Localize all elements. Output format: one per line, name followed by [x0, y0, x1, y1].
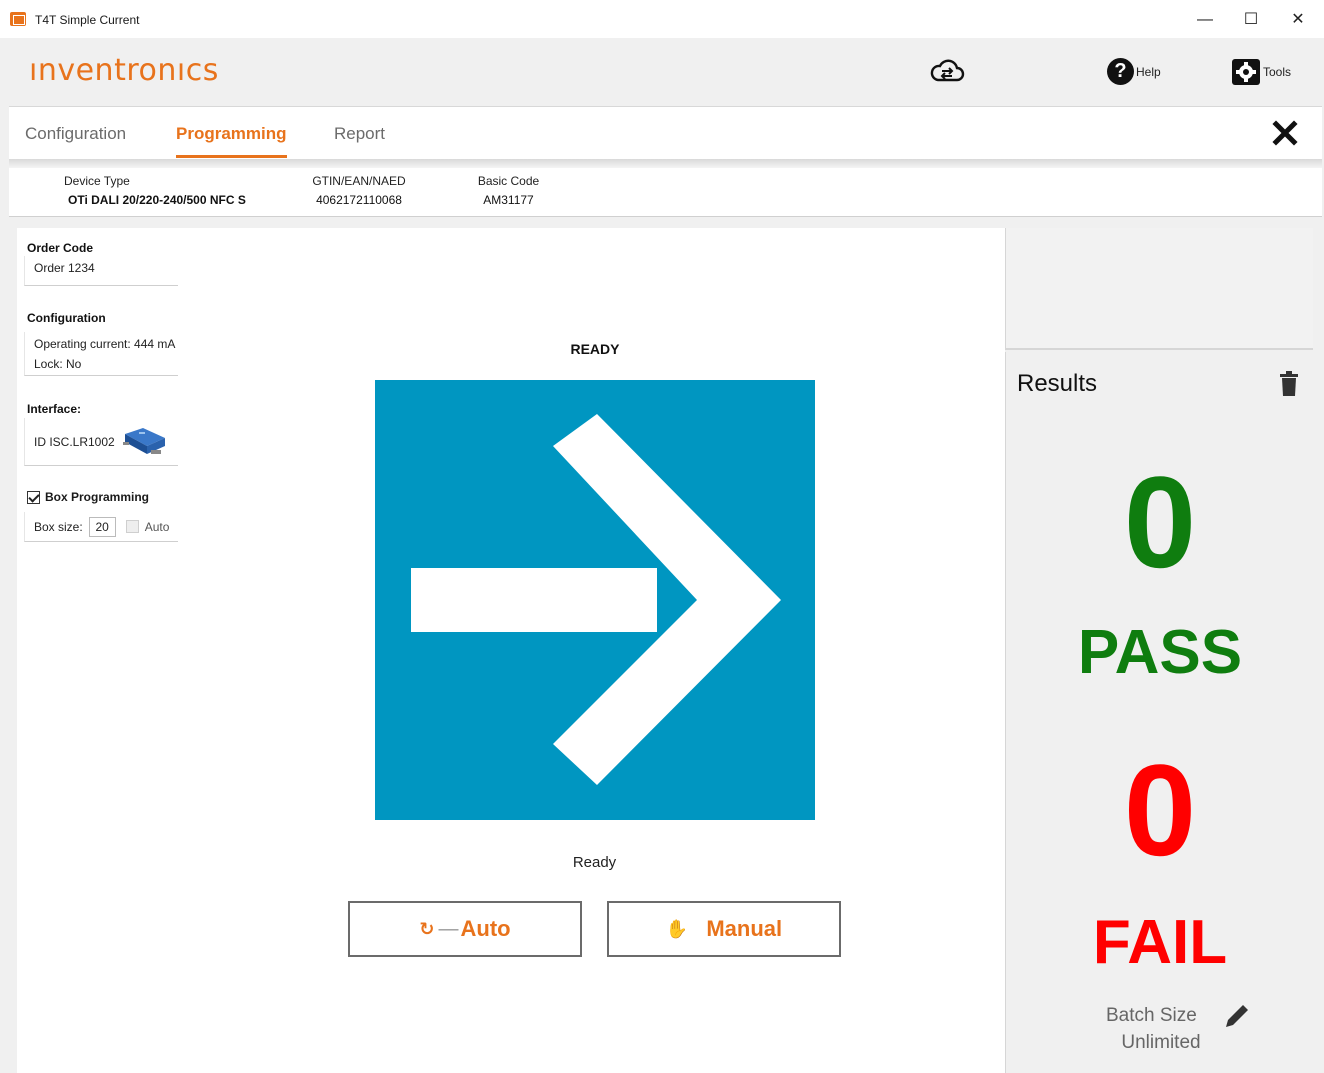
device-type-value: OTi DALI 20/220-240/500 NFC S [68, 193, 246, 207]
tab-report[interactable]: Report [334, 124, 385, 144]
manual-button[interactable]: ✋ Manual [607, 901, 841, 957]
auto-button[interactable]: ↻ — Auto [348, 901, 582, 957]
tab-configuration[interactable]: Configuration [25, 124, 126, 144]
device-info-bar: Device Type OTi DALI 20/220-240/500 NFC … [9, 168, 1322, 217]
auto-dash: — [438, 917, 459, 940]
minimize-button[interactable]: — [1190, 8, 1220, 32]
box-size-label: Box size: [34, 519, 83, 534]
manual-button-label: Manual [706, 916, 783, 941]
results-header-spacer [1005, 228, 1313, 350]
help-label: Help [1136, 64, 1161, 79]
basic-code-label: Basic Code [477, 174, 540, 188]
app-icon [10, 12, 26, 26]
order-code-field[interactable]: Order 1234 [24, 256, 178, 286]
status-text: Ready [572, 854, 617, 871]
device-type-label: Device Type [64, 174, 130, 188]
interface-box: ID ISC.LR1002 [24, 418, 178, 466]
interface-title: Interface: [27, 402, 82, 416]
lock-status: Lock: No [34, 357, 82, 371]
tab-divider [9, 159, 1322, 168]
window-title: T4T Simple Current [35, 13, 140, 27]
box-size-row: Box size: 20 Auto [24, 512, 178, 542]
reader-device-icon [122, 427, 165, 454]
order-code-title: Order Code [27, 241, 94, 255]
cloud-sync-icon[interactable] [929, 56, 965, 86]
ready-status-indicator [375, 380, 815, 820]
interface-name: ID ISC.LR1002 [34, 434, 115, 449]
app-header: ınventronıcs ? Help Tools [9, 38, 1322, 107]
fail-label: FAIL [1092, 908, 1228, 977]
close-icon[interactable] [1271, 119, 1299, 147]
configuration-title: Configuration [27, 311, 106, 325]
pass-label: PASS [1077, 618, 1243, 687]
box-programming-toggle[interactable]: Box Programming [27, 490, 149, 504]
box-programming-label: Box Programming [45, 490, 150, 504]
pass-count: 0 [1123, 449, 1197, 595]
pencil-icon[interactable] [1223, 1002, 1251, 1030]
auto-button-label: Auto [460, 916, 511, 941]
gear-icon [1232, 59, 1260, 85]
tools-button[interactable]: Tools [1231, 58, 1291, 86]
auto-checkbox-label: Auto [144, 519, 170, 534]
gtin-column: GTIN/EAN/NAED 4062172110068 [304, 174, 414, 207]
help-button[interactable]: ? Help [1107, 58, 1161, 85]
brand-logo: ınventronıcs [29, 53, 219, 88]
results-panel: Results 0 PASS 0 FAIL Batch Size Unlimit… [1005, 352, 1313, 1073]
box-size-input[interactable]: 20 [88, 516, 116, 537]
auto-checkbox[interactable] [125, 520, 139, 533]
maximize-button[interactable]: ☐ [1236, 8, 1266, 32]
arrow-right-icon [411, 414, 781, 785]
status-title: READY [570, 341, 620, 357]
programming-panel: Order Code Order 1234 Configuration Oper… [17, 228, 1005, 1073]
tab-bar: Configuration Programming Report [9, 107, 1322, 159]
tab-programming[interactable]: Programming [176, 124, 287, 158]
device-type-column: Device Type OTi DALI 20/220-240/500 NFC … [64, 174, 254, 207]
fail-count: 0 [1123, 737, 1197, 883]
window-close-button[interactable]: ✕ [1283, 8, 1313, 32]
window-titlebar: T4T Simple Current — ☐ ✕ [0, 0, 1324, 38]
tools-label: Tools [1263, 65, 1292, 79]
help-icon: ? [1107, 58, 1134, 85]
basic-code-column: Basic Code AM31177 [471, 174, 546, 207]
refresh-icon: ↻ [419, 918, 435, 939]
batch-size-value: Unlimited [1121, 1032, 1201, 1053]
gtin-value: 4062172110068 [316, 193, 402, 207]
box-programming-checkbox[interactable] [27, 490, 40, 504]
gtin-label: GTIN/EAN/NAED [312, 174, 406, 188]
hand-icon: ✋ [665, 918, 689, 939]
results-title: Results [1017, 370, 1098, 397]
basic-code-value: AM31177 [483, 193, 534, 207]
trash-icon[interactable] [1280, 371, 1298, 396]
batch-size-label: Batch Size [1106, 1005, 1197, 1026]
